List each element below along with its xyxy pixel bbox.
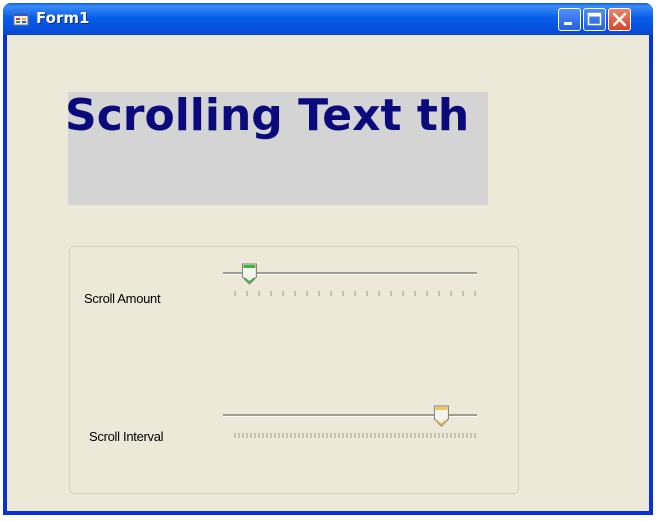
scroll-interval-label: Scroll Interval xyxy=(89,429,164,444)
minimize-button[interactable] xyxy=(558,8,581,31)
minimize-icon xyxy=(564,22,572,25)
maximize-button[interactable] xyxy=(583,8,606,31)
scroll-amount-label: Scroll Amount xyxy=(84,291,161,306)
maximize-icon xyxy=(587,12,602,26)
scrolling-text: Scrolling Text th xyxy=(68,92,470,141)
form-window: Form1 Scrolling Text th Scroll Amount Sc… xyxy=(3,3,653,515)
scroll-amount-slider[interactable] xyxy=(219,263,481,307)
scroll-interval-slider[interactable] xyxy=(219,405,481,449)
close-icon xyxy=(612,12,627,27)
scrolling-text-panel: Scrolling Text th xyxy=(68,92,488,205)
window-title: Form1 xyxy=(36,9,90,27)
title-bar[interactable]: Form1 xyxy=(3,3,653,35)
close-button[interactable] xyxy=(608,8,631,31)
form-app-icon[interactable] xyxy=(13,11,29,27)
scroll-interval-thumb xyxy=(433,405,449,427)
client-area: Scrolling Text th Scroll Amount Scroll I… xyxy=(7,35,649,511)
scroll-amount-thumb xyxy=(241,263,257,285)
